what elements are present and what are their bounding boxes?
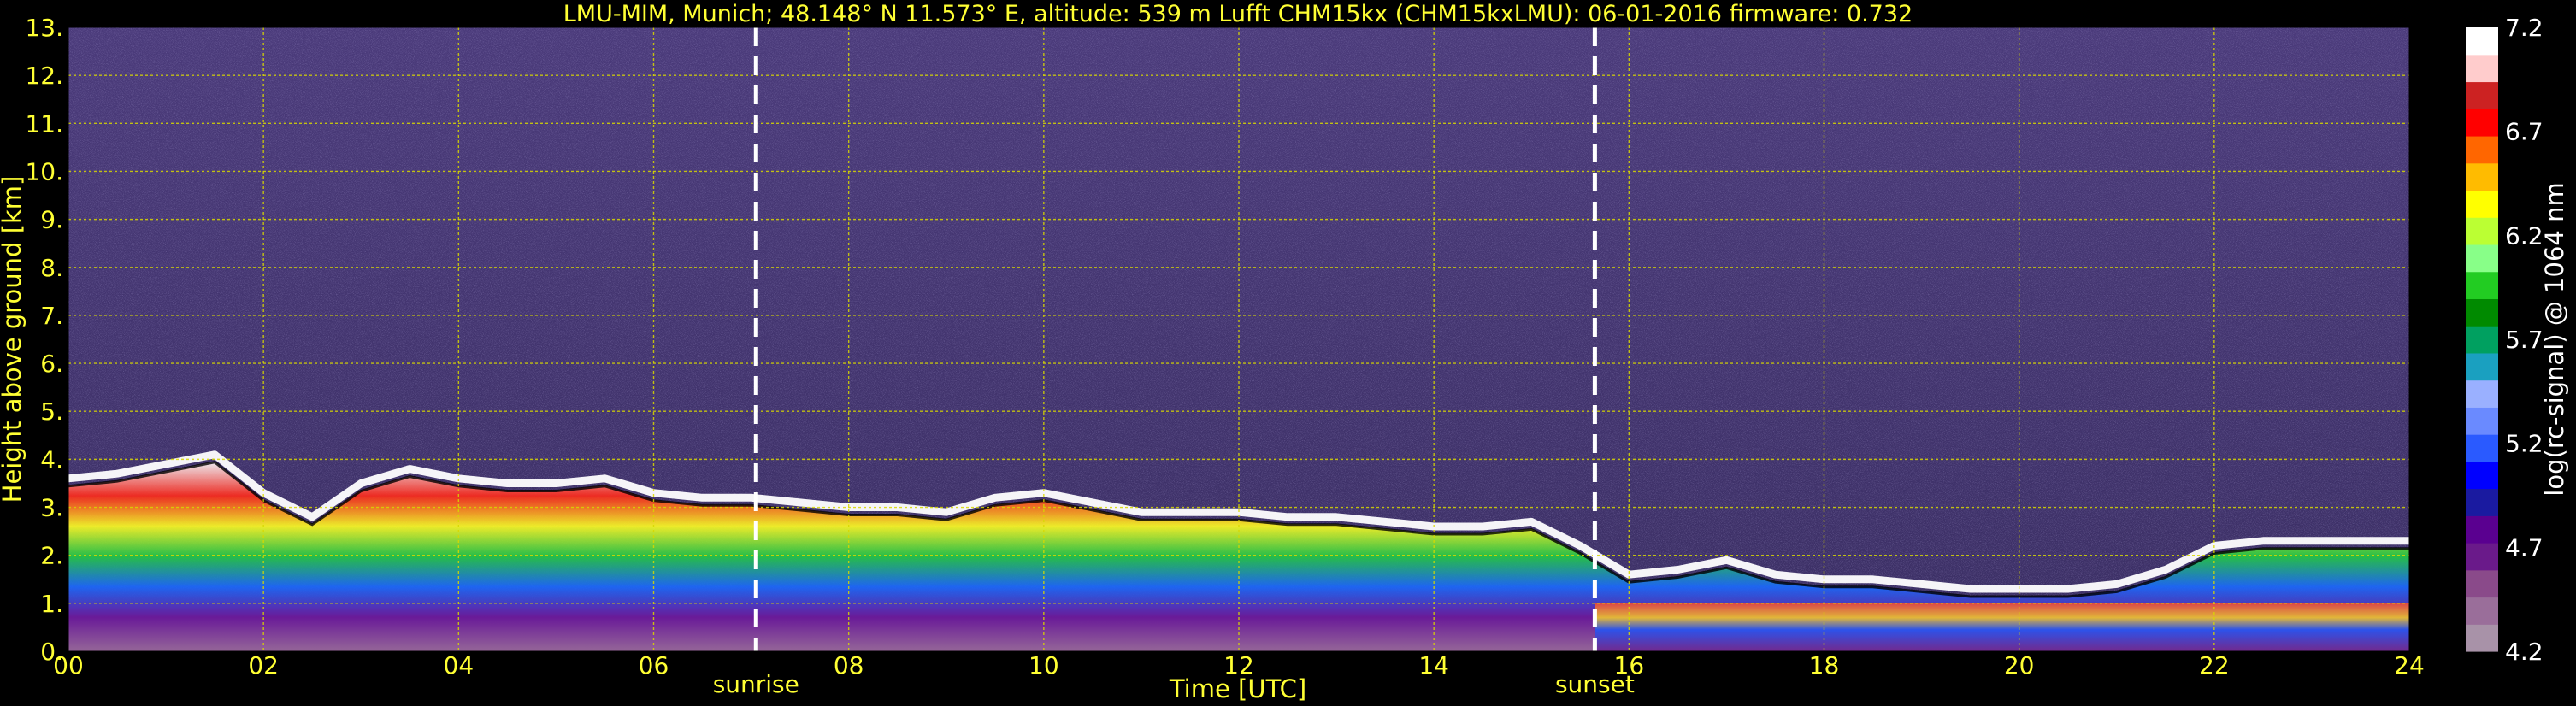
colorbar-ticks: 4.2 4.7 5.2 5.7 6.2 6.7 7.2 — [2505, 14, 2544, 666]
colorbar-segment — [2466, 27, 2498, 56]
y-tick-label: 4. — [40, 445, 63, 474]
y-tick-label: 5. — [40, 397, 63, 426]
colorbar-tick-label: 6.7 — [2505, 118, 2544, 146]
colorbar-segment — [2466, 162, 2498, 191]
colorbar-segment — [2466, 569, 2498, 598]
y-axis-label: Height above ground [km] — [0, 176, 27, 503]
colorbar-segment — [2466, 81, 2498, 109]
colorbar — [2466, 27, 2498, 652]
colorbar-tick-label: 4.2 — [2505, 638, 2544, 666]
colorbar-segment — [2466, 407, 2498, 435]
colorbar-segment — [2466, 379, 2498, 408]
figure-title: LMU-MIM, Munich; 48.148° N 11.573° E, al… — [563, 1, 1913, 27]
y-tick-label: 10. — [25, 157, 63, 185]
x-tick-label: 00 — [53, 651, 84, 680]
y-tick-label: 3. — [40, 494, 63, 522]
y-tick-label: 8. — [40, 254, 63, 282]
x-tick-label: 10 — [1029, 651, 1059, 680]
y-tick-label: 1. — [40, 590, 63, 618]
x-tick-label: 08 — [834, 651, 864, 680]
event-label-sunset: sunset — [1555, 670, 1635, 698]
x-axis-label: Time [UTC] — [1169, 674, 1306, 703]
y-tick-label: 6. — [40, 350, 63, 378]
colorbar-segment — [2466, 109, 2498, 137]
colorbar-segment — [2466, 515, 2498, 544]
event-label-sunrise: sunrise — [713, 670, 799, 698]
colorbar-segment — [2466, 543, 2498, 571]
colorbar-segment — [2466, 326, 2498, 354]
colorbar-segment — [2466, 271, 2498, 299]
colorbar-tick-label: 5.2 — [2505, 430, 2544, 458]
x-tick-label: 06 — [639, 651, 669, 680]
y-tick-label: 2. — [40, 542, 63, 570]
colorbar-segment — [2466, 488, 2498, 516]
ceilometer-figure: LMU-MIM, Munich; 48.148° N 11.573° E, al… — [0, 1, 2569, 703]
colorbar-label: log(rc-signal) @ 1064 nm — [2540, 182, 2569, 496]
colorbar-segment — [2466, 135, 2498, 164]
x-tick-label: 18 — [1809, 651, 1840, 680]
y-tick-label: 9. — [40, 206, 63, 234]
colorbar-segment — [2466, 434, 2498, 462]
colorbar-segment — [2466, 54, 2498, 83]
y-axis-ticks: 0.1.2.3.4.5.6.7.8.9.10.11.12.13. — [25, 14, 63, 666]
plot-area — [68, 27, 2409, 651]
colorbar-segment — [2466, 597, 2498, 625]
colorbar-segment — [2466, 190, 2498, 218]
colorbar-segment — [2466, 461, 2498, 490]
colorbar-segment — [2466, 352, 2498, 381]
colorbar-segment — [2466, 624, 2498, 652]
colorbar-tick-label: 7.2 — [2505, 14, 2544, 42]
x-tick-label: 22 — [2199, 651, 2230, 680]
y-tick-label: 12. — [25, 62, 63, 90]
y-tick-label: 7. — [40, 302, 63, 330]
x-tick-label: 20 — [2004, 651, 2035, 680]
colorbar-segment — [2466, 244, 2498, 273]
colorbar-tick-label: 6.2 — [2505, 221, 2544, 250]
x-tick-label: 14 — [1418, 651, 1449, 680]
x-tick-label: 02 — [248, 651, 279, 680]
x-tick-label: 24 — [2394, 651, 2425, 680]
colorbar-segment — [2466, 217, 2498, 245]
y-tick-label: 13. — [25, 14, 63, 42]
nocturnal-layer — [1595, 603, 2409, 651]
colorbar-tick-label: 4.7 — [2505, 533, 2544, 562]
y-tick-label: 11. — [25, 109, 63, 138]
x-tick-label: 04 — [444, 651, 475, 680]
colorbar-tick-label: 5.7 — [2505, 326, 2544, 354]
colorbar-segment — [2466, 298, 2498, 327]
